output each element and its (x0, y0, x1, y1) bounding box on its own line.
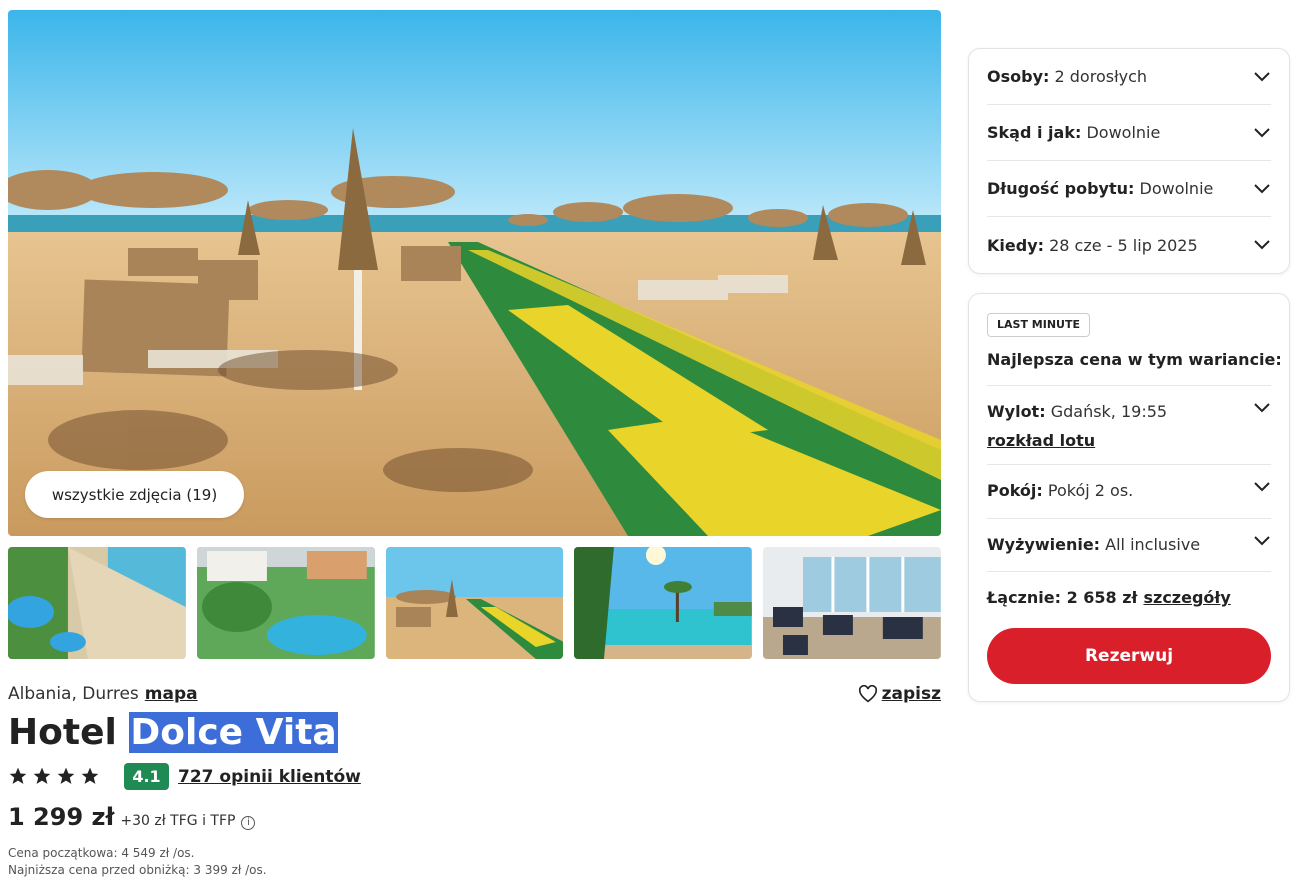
reviews-link[interactable]: 727 opinii klientów (178, 767, 361, 787)
chevron-down-icon (1254, 482, 1270, 492)
price-main: 1 299 zł (8, 803, 115, 831)
offer-panel: LAST MINUTE Najlepsza cena w tym warianc… (968, 293, 1290, 702)
star-icon (9, 767, 27, 784)
save-button[interactable]: zapisz (858, 684, 941, 704)
divider (987, 518, 1271, 519)
star-icon (33, 767, 51, 784)
book-button[interactable]: Rezerwuj (987, 628, 1271, 684)
chevron-down-icon (1254, 183, 1270, 193)
total-price: Łącznie: 2 658 zł szczegóły (987, 588, 1231, 607)
rating-score-badge: 4.1 (124, 763, 169, 790)
main-photo[interactable] (8, 10, 941, 536)
map-link[interactable]: mapa (145, 684, 198, 704)
initial-price: Cena początkowa: 4 549 zł /os. (8, 846, 195, 860)
chevron-down-icon (1254, 71, 1270, 81)
thumbnail-1[interactable] (8, 547, 186, 659)
chevron-down-icon (1254, 127, 1270, 137)
filter-persons[interactable]: Osoby: 2 dorosłych (987, 49, 1271, 105)
chevron-down-icon (1254, 536, 1270, 546)
info-icon[interactable]: i (241, 816, 256, 830)
details-link[interactable]: szczegóły (1143, 588, 1230, 607)
hotel-name-prefix: Hotel (8, 712, 117, 753)
heart-icon (858, 685, 877, 703)
filter-origin[interactable]: Skąd i jak: Dowolnie (987, 105, 1271, 161)
all-photos-button[interactable]: wszystkie zdjęcia (19) (25, 471, 244, 518)
hotel-page: wszystkie zdjęcia (19) Albania, Durres m… (0, 0, 1305, 885)
divider (987, 571, 1271, 572)
thumbnail-3[interactable] (385, 547, 564, 659)
save-label: zapisz (881, 684, 941, 704)
thumbnail-2[interactable] (196, 547, 375, 659)
flight-selector[interactable]: Wylot: Gdańsk, 19:55 (987, 402, 1271, 421)
chevron-down-icon (1254, 403, 1270, 413)
lowest-price: Najniższa cena przed obniżką: 3 399 zł /… (8, 863, 267, 877)
hotel-stars (8, 766, 100, 786)
flight-schedule-link[interactable]: rozkład lotu (987, 431, 1095, 450)
beach-photo (8, 10, 941, 536)
room-selector[interactable]: Pokój: Pokój 2 os. (987, 481, 1271, 500)
price-row: 1 299 zł +30 zł TFG i TFP i (8, 803, 256, 831)
star-icon (81, 767, 99, 784)
filter-dates[interactable]: Kiedy: 28 cze - 5 lip 2025 (987, 217, 1271, 273)
thumbnail-4[interactable] (574, 547, 753, 659)
thumbnail-5[interactable] (763, 547, 941, 659)
location-text: Albania, Durres (8, 684, 139, 704)
star-icon (57, 767, 75, 784)
location: Albania, Durres mapa (8, 684, 198, 704)
divider (987, 464, 1271, 465)
last-minute-badge: LAST MINUTE (987, 313, 1090, 337)
price-extra: +30 zł TFG i TFP (120, 813, 236, 829)
search-filters-panel: Osoby: 2 dorosłych Skąd i jak: Dowolnie … (968, 48, 1290, 274)
chevron-down-icon (1254, 240, 1270, 250)
board-selector[interactable]: Wyżywienie: All inclusive (987, 535, 1271, 554)
divider (987, 385, 1271, 386)
hotel-title: Hotel Dolce Vita (8, 708, 338, 758)
filter-duration[interactable]: Długość pobytu: Dowolnie (987, 161, 1271, 217)
photo-thumbnails (8, 547, 941, 659)
hotel-name-selected: Dolce Vita (129, 712, 338, 753)
best-price-heading: Najlepsza cena w tym wariancie: (987, 350, 1282, 369)
